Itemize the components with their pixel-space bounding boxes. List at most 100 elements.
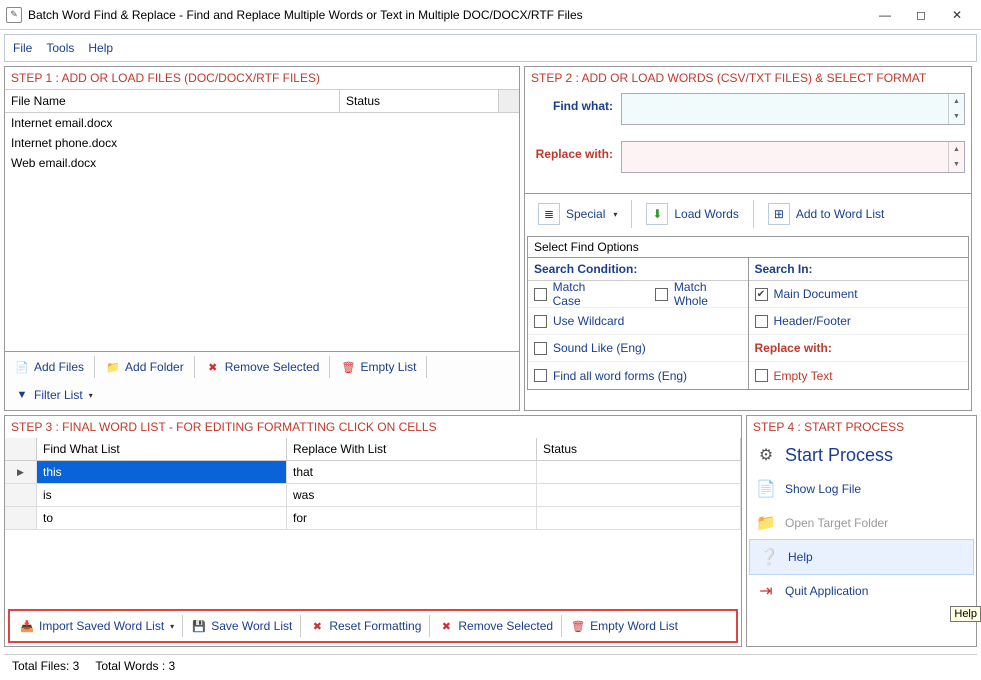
find-cell[interactable]: this <box>37 461 287 483</box>
word-list-grid[interactable]: Find What List Replace With List Status … <box>5 438 741 606</box>
header-footer-label: Header/Footer <box>774 314 851 328</box>
special-button[interactable]: ≣Special▾ <box>529 198 626 230</box>
col-find-header[interactable]: Find What List <box>37 438 287 460</box>
label: Add Folder <box>125 360 184 374</box>
add-to-word-list-button[interactable]: ⊞ Add to Word List <box>759 198 894 230</box>
label: Add to Word List <box>796 207 885 221</box>
word-row[interactable]: ▶ this that <box>5 461 741 484</box>
find-options-title: Select Find Options <box>528 237 968 258</box>
file-grid[interactable]: File Name Status Internet email.docx Int… <box>5 89 519 351</box>
quit-button[interactable]: ⇥ Quit Application <box>747 574 976 608</box>
reset-icon: ✖ <box>309 618 325 634</box>
empty-text-label: Empty Text <box>774 369 833 383</box>
help-button[interactable]: ❔ Help <box>749 539 974 575</box>
status-cell[interactable] <box>537 484 741 506</box>
add-files-button[interactable]: 📄 Add Files <box>7 354 91 380</box>
replace-cell[interactable]: for <box>287 507 537 529</box>
col-status-header[interactable]: Status <box>537 438 741 460</box>
file-row[interactable]: Internet email.docx <box>5 113 519 133</box>
row-indicator-icon <box>5 484 37 506</box>
use-wildcard-checkbox[interactable] <box>534 315 547 328</box>
status-cell[interactable] <box>537 461 741 483</box>
find-what-label: Find what: <box>531 93 621 113</box>
match-whole-checkbox[interactable] <box>655 288 668 301</box>
label: Remove Selected <box>225 360 320 374</box>
find-cell[interactable]: to <box>37 507 287 529</box>
label: Add Files <box>34 360 84 374</box>
remove-icon: ✖ <box>205 359 221 375</box>
spin-up-icon[interactable]: ▲ <box>949 142 964 157</box>
find-cell[interactable]: is <box>37 484 287 506</box>
header-footer-checkbox[interactable] <box>755 315 768 328</box>
add-list-icon: ⊞ <box>768 203 790 225</box>
replace-with-input[interactable]: ▲▼ <box>621 141 965 173</box>
main-document-checkbox[interactable]: ✔ <box>755 288 768 301</box>
label: Save Word List <box>211 619 292 633</box>
col-replace-header[interactable]: Replace With List <box>287 438 537 460</box>
replace-cell[interactable]: was <box>287 484 537 506</box>
step4-title: STEP 4 : START PROCESS <box>747 416 976 438</box>
save-icon: 💾 <box>191 618 207 634</box>
label: Show Log File <box>785 482 861 496</box>
match-whole-label: Match Whole <box>674 280 742 308</box>
spin-down-icon[interactable]: ▼ <box>949 109 964 124</box>
label: Load Words <box>674 207 738 221</box>
total-words-label: Total Words : 3 <box>95 659 175 673</box>
remove-icon: ✖ <box>438 618 454 634</box>
word-forms-checkbox[interactable] <box>534 369 547 382</box>
status-cell[interactable] <box>537 507 741 529</box>
import-word-list-button[interactable]: 📥Import Saved Word List▾ <box>12 613 181 639</box>
label: Empty Word List <box>590 619 678 633</box>
list-icon: ≣ <box>538 203 560 225</box>
remove-selected-button[interactable]: ✖ Remove Selected <box>198 354 327 380</box>
exit-icon: ⇥ <box>755 580 777 602</box>
remove-selected-word-button[interactable]: ✖ Remove Selected <box>431 613 560 639</box>
find-what-input[interactable]: ▲▼ <box>621 93 965 125</box>
label: Remove Selected <box>458 619 553 633</box>
replace-with-header: Replace with: <box>755 341 832 355</box>
minimize-button[interactable]: — <box>867 3 903 27</box>
empty-word-list-button[interactable]: 🗑Empty Word List <box>563 613 685 639</box>
spin-down-icon[interactable]: ▼ <box>949 157 964 172</box>
spin-up-icon[interactable]: ▲ <box>949 94 964 109</box>
col-header-status[interactable]: Status <box>340 90 499 112</box>
word-row[interactable]: to for <box>5 507 741 530</box>
word-row[interactable]: is was <box>5 484 741 507</box>
step2-panel: STEP 2 : ADD OR LOAD WORDS (CSV/TXT FILE… <box>524 66 972 411</box>
empty-icon: 🗑 <box>340 359 356 375</box>
replace-cell[interactable]: that <box>287 461 537 483</box>
chevron-down-icon: ▾ <box>170 622 174 631</box>
open-target-folder-button[interactable]: 📁 Open Target Folder <box>747 506 976 540</box>
app-icon: ✎ <box>6 7 22 23</box>
show-log-button[interactable]: 📄 Show Log File <box>747 472 976 506</box>
replace-with-label: Replace with: <box>531 141 621 161</box>
folder-icon: 📁 <box>105 359 121 375</box>
file-row[interactable]: Web email.docx <box>5 153 519 173</box>
filter-list-button[interactable]: ▼Filter List▾ <box>7 382 100 408</box>
log-icon: 📄 <box>755 478 777 500</box>
start-process-button[interactable]: ⚙ Start Process <box>747 438 976 472</box>
col-header-filename[interactable]: File Name <box>5 90 340 112</box>
help-tooltip: Help <box>950 606 981 622</box>
menu-tools[interactable]: Tools <box>46 41 74 55</box>
add-folder-button[interactable]: 📁 Add Folder <box>98 354 191 380</box>
use-wildcard-label: Use Wildcard <box>553 314 624 328</box>
file-row[interactable]: Internet phone.docx <box>5 133 519 153</box>
save-word-list-button[interactable]: 💾 Save Word List <box>184 613 299 639</box>
match-case-checkbox[interactable] <box>534 288 547 301</box>
reset-formatting-button[interactable]: ✖Reset Formatting <box>302 613 428 639</box>
empty-text-checkbox[interactable] <box>755 369 768 382</box>
label: Import Saved Word List <box>39 619 164 633</box>
menu-file[interactable]: File <box>13 41 32 55</box>
step2-title: STEP 2 : ADD OR LOAD WORDS (CSV/TXT FILE… <box>525 67 971 89</box>
load-words-button[interactable]: ⬇Load Words <box>637 198 747 230</box>
sound-like-checkbox[interactable] <box>534 342 547 355</box>
empty-list-button[interactable]: 🗑Empty List <box>333 354 423 380</box>
maximize-button[interactable]: ◻ <box>903 3 939 27</box>
close-button[interactable]: ✕ <box>939 3 975 27</box>
chevron-down-icon: ▾ <box>613 210 617 219</box>
match-case-label: Match Case <box>553 280 615 308</box>
add-file-icon: 📄 <box>14 359 30 375</box>
menu-help[interactable]: Help <box>88 41 113 55</box>
col-header-spacer <box>499 90 519 112</box>
